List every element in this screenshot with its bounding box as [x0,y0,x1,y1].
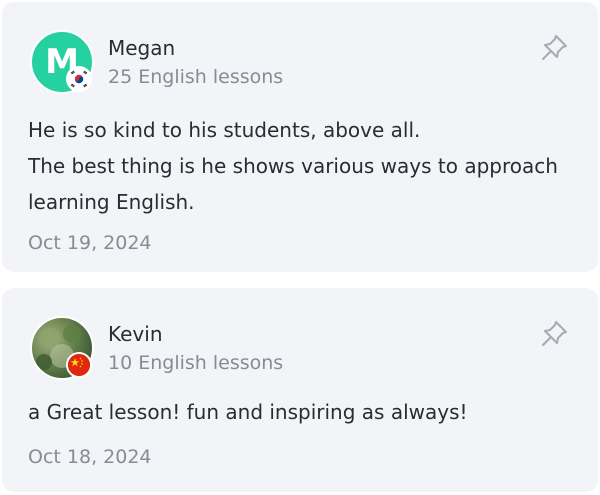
reviewer-name[interactable]: Megan [108,36,175,60]
review-text-line: The best thing is he shows various ways … [28,154,558,214]
review-date: Oct 19, 2024 [28,232,152,254]
review-text: He is so kind to his students, above all… [28,112,574,220]
review-text-line: a Great lesson! fun and inspiring as alw… [28,400,468,424]
review-text: a Great lesson! fun and inspiring as alw… [28,394,574,430]
lesson-count: 25 English lessons [108,66,284,88]
review-text-line: He is so kind to his students, above all… [28,118,421,142]
lesson-count: 10 English lessons [108,352,284,374]
review-date: Oct 18, 2024 [28,446,152,468]
reviewer-name[interactable]: Kevin [108,322,163,346]
review-card: Kevin 10 English lessons a Great lesson!… [2,288,598,492]
pin-icon[interactable] [538,32,570,64]
review-card: M Megan 25 English lessons He is so kind… [2,2,598,272]
pin-icon[interactable] [538,318,570,350]
south-korea-flag-icon [66,66,92,92]
china-flag-icon [66,352,92,378]
